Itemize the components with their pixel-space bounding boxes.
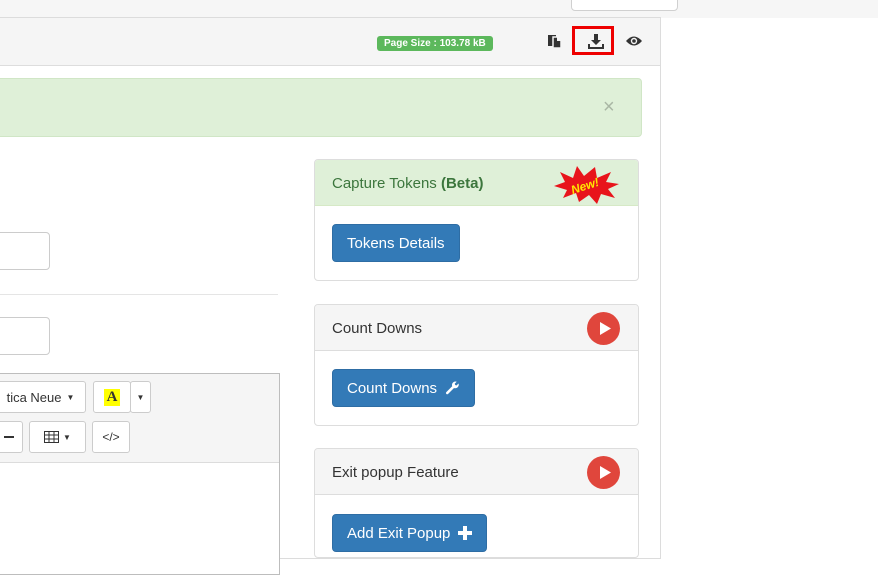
count-downs-header: Count Downs	[315, 305, 638, 351]
count-downs-panel: Count Downs Count Downs	[314, 304, 639, 426]
form-divider	[0, 294, 278, 295]
tokens-details-button[interactable]: Tokens Details	[332, 224, 460, 262]
font-family-label: tica Neue	[6, 389, 62, 405]
exit-popup-title: Exit popup Feature	[332, 464, 459, 481]
play-icon[interactable]	[587, 456, 620, 494]
page-size-badge: Page Size : 103.78 kB	[377, 36, 493, 51]
exit-popup-panel: Exit popup Feature Add Exit Popup	[314, 448, 639, 558]
new-badge: New!	[551, 164, 621, 209]
eye-icon[interactable]	[624, 31, 644, 51]
capture-tokens-title: Capture Tokens (Beta)	[332, 175, 483, 192]
code-view-button[interactable]: </>	[92, 421, 130, 453]
success-alert: ×	[0, 78, 642, 137]
exit-popup-header: Exit popup Feature	[315, 449, 638, 495]
code-view-icon: </>	[102, 430, 120, 444]
add-exit-popup-button[interactable]: Add Exit Popup	[332, 514, 488, 552]
form-input-2[interactable]	[0, 317, 50, 355]
horizontal-rule-button[interactable]	[0, 421, 23, 453]
count-downs-label: Count Downs	[347, 379, 438, 397]
capture-tokens-header: Capture Tokens (Beta) New!	[315, 160, 638, 206]
text-color-icon: A	[103, 388, 121, 406]
caret-down-icon: ▼	[136, 392, 145, 402]
add-exit-popup-label: Add Exit Popup	[347, 524, 451, 542]
font-family-dropdown[interactable]: tica Neue ▼	[0, 381, 86, 413]
rich-text-editor: tica Neue ▼ A ▼ ▼ </>	[0, 373, 280, 575]
panel-header: Page Size : 103.78 kB	[0, 18, 660, 66]
editor-toolbar: tica Neue ▼ A ▼ ▼ </>	[0, 374, 279, 463]
text-color-button[interactable]: A	[93, 381, 131, 413]
alert-close-button[interactable]: ×	[603, 97, 615, 117]
tokens-details-label: Tokens Details	[347, 234, 445, 252]
download-icon[interactable]	[586, 31, 606, 51]
capture-tokens-panel: Capture Tokens (Beta) New! Tokens Detail…	[314, 159, 639, 281]
wrench-icon	[446, 380, 459, 394]
copy-icon[interactable]	[545, 31, 565, 51]
count-downs-title: Count Downs	[332, 320, 423, 337]
form-input-1[interactable]	[0, 232, 50, 270]
horizontal-rule-icon	[4, 436, 14, 438]
top-button-fragment[interactable]	[571, 0, 678, 11]
count-downs-button[interactable]: Count Downs	[332, 369, 476, 407]
play-icon[interactable]	[587, 312, 620, 350]
caret-down-icon: ▼	[63, 432, 71, 442]
capture-tokens-title-text: Capture Tokens	[332, 175, 437, 192]
table-icon	[44, 431, 60, 443]
text-color-dropdown[interactable]: ▼	[130, 381, 151, 413]
caret-down-icon: ▼	[66, 392, 75, 402]
beta-label: (Beta)	[440, 175, 484, 192]
plus-icon	[458, 526, 473, 540]
top-strip	[0, 0, 878, 18]
table-button[interactable]: ▼	[29, 421, 86, 453]
